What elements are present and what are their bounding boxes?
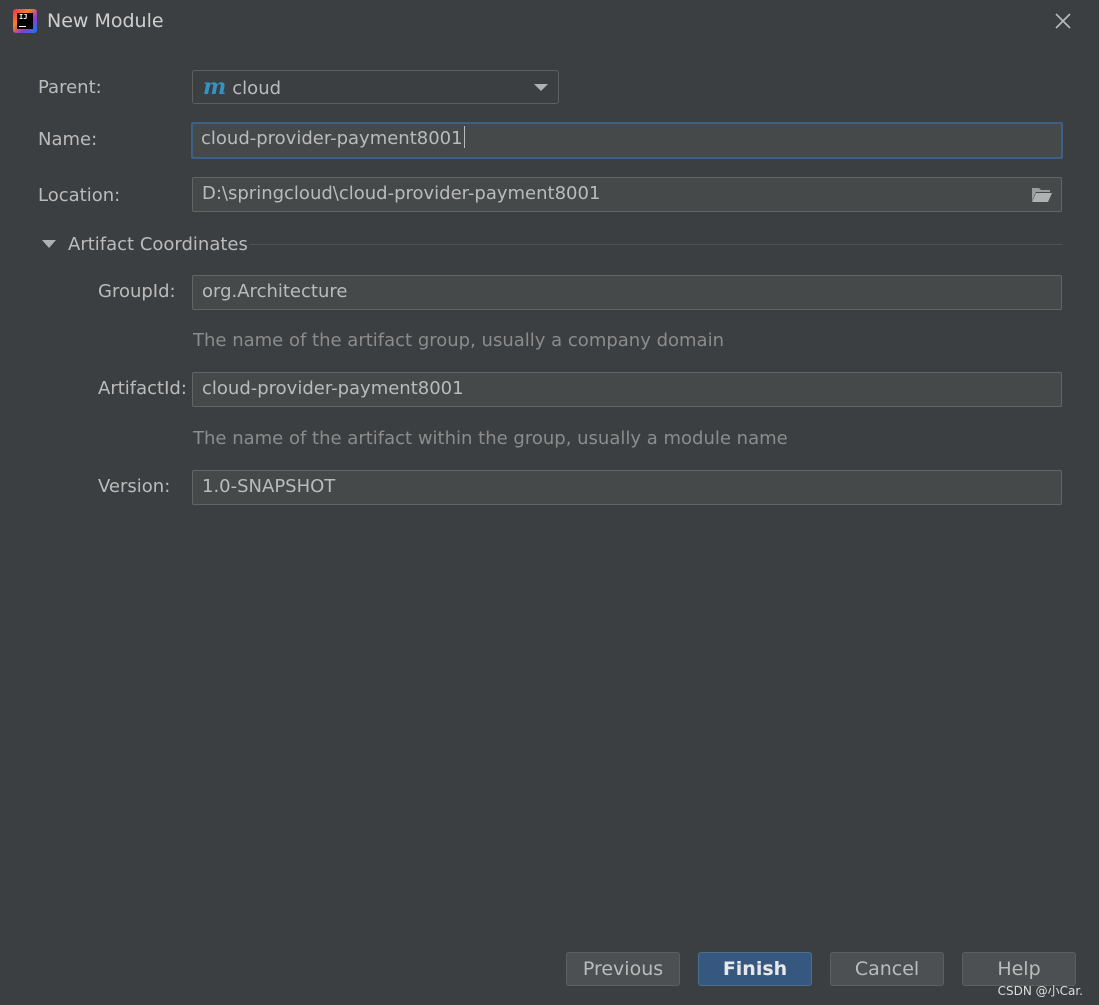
- version-value: 1.0-SNAPSHOT: [202, 476, 336, 497]
- artifactid-input[interactable]: cloud-provider-payment8001: [192, 372, 1062, 407]
- groupid-value: org.Architecture: [202, 281, 348, 302]
- name-input[interactable]: cloud-provider-payment8001: [191, 122, 1063, 159]
- parent-value: cloud: [232, 78, 282, 99]
- maven-m-icon: m: [203, 74, 227, 100]
- title-bar: IJ New Module: [0, 0, 1099, 44]
- previous-button[interactable]: Previous: [566, 952, 680, 986]
- intellij-app-icon: IJ: [13, 9, 37, 33]
- finish-button[interactable]: Finish: [698, 952, 812, 986]
- location-input[interactable]: D:\springcloud\cloud-provider-payment800…: [192, 177, 1062, 212]
- groupid-label: GroupId:: [98, 281, 176, 302]
- chevron-down-icon: [534, 84, 548, 91]
- artifactid-label: ArtifactId:: [98, 378, 187, 399]
- location-label: Location:: [38, 185, 121, 206]
- groupid-input[interactable]: org.Architecture: [192, 275, 1062, 310]
- help-button[interactable]: Help: [962, 952, 1076, 986]
- version-input[interactable]: 1.0-SNAPSHOT: [192, 470, 1062, 505]
- folder-icon[interactable]: [1031, 186, 1053, 203]
- groupid-hint: The name of the artifact group, usually …: [193, 330, 724, 351]
- artifactid-value: cloud-provider-payment8001: [202, 378, 464, 399]
- artifact-section-label: Artifact Coordinates: [68, 234, 248, 255]
- collapse-triangle-icon[interactable]: [42, 240, 56, 248]
- close-icon[interactable]: [1053, 11, 1073, 31]
- location-value: D:\springcloud\cloud-provider-payment800…: [202, 183, 601, 204]
- version-label: Version:: [98, 476, 171, 497]
- watermark: CSDN @小Car.: [997, 984, 1083, 998]
- artifactid-hint: The name of the artifact within the grou…: [193, 428, 788, 449]
- cancel-button[interactable]: Cancel: [830, 952, 944, 986]
- name-label: Name:: [38, 129, 98, 150]
- parent-dropdown[interactable]: m cloud: [192, 70, 559, 104]
- text-caret: [463, 126, 465, 148]
- dialog-title: New Module: [47, 10, 164, 32]
- parent-label: Parent:: [38, 77, 102, 98]
- section-divider: [250, 244, 1062, 245]
- name-value: cloud-provider-payment8001: [201, 128, 463, 149]
